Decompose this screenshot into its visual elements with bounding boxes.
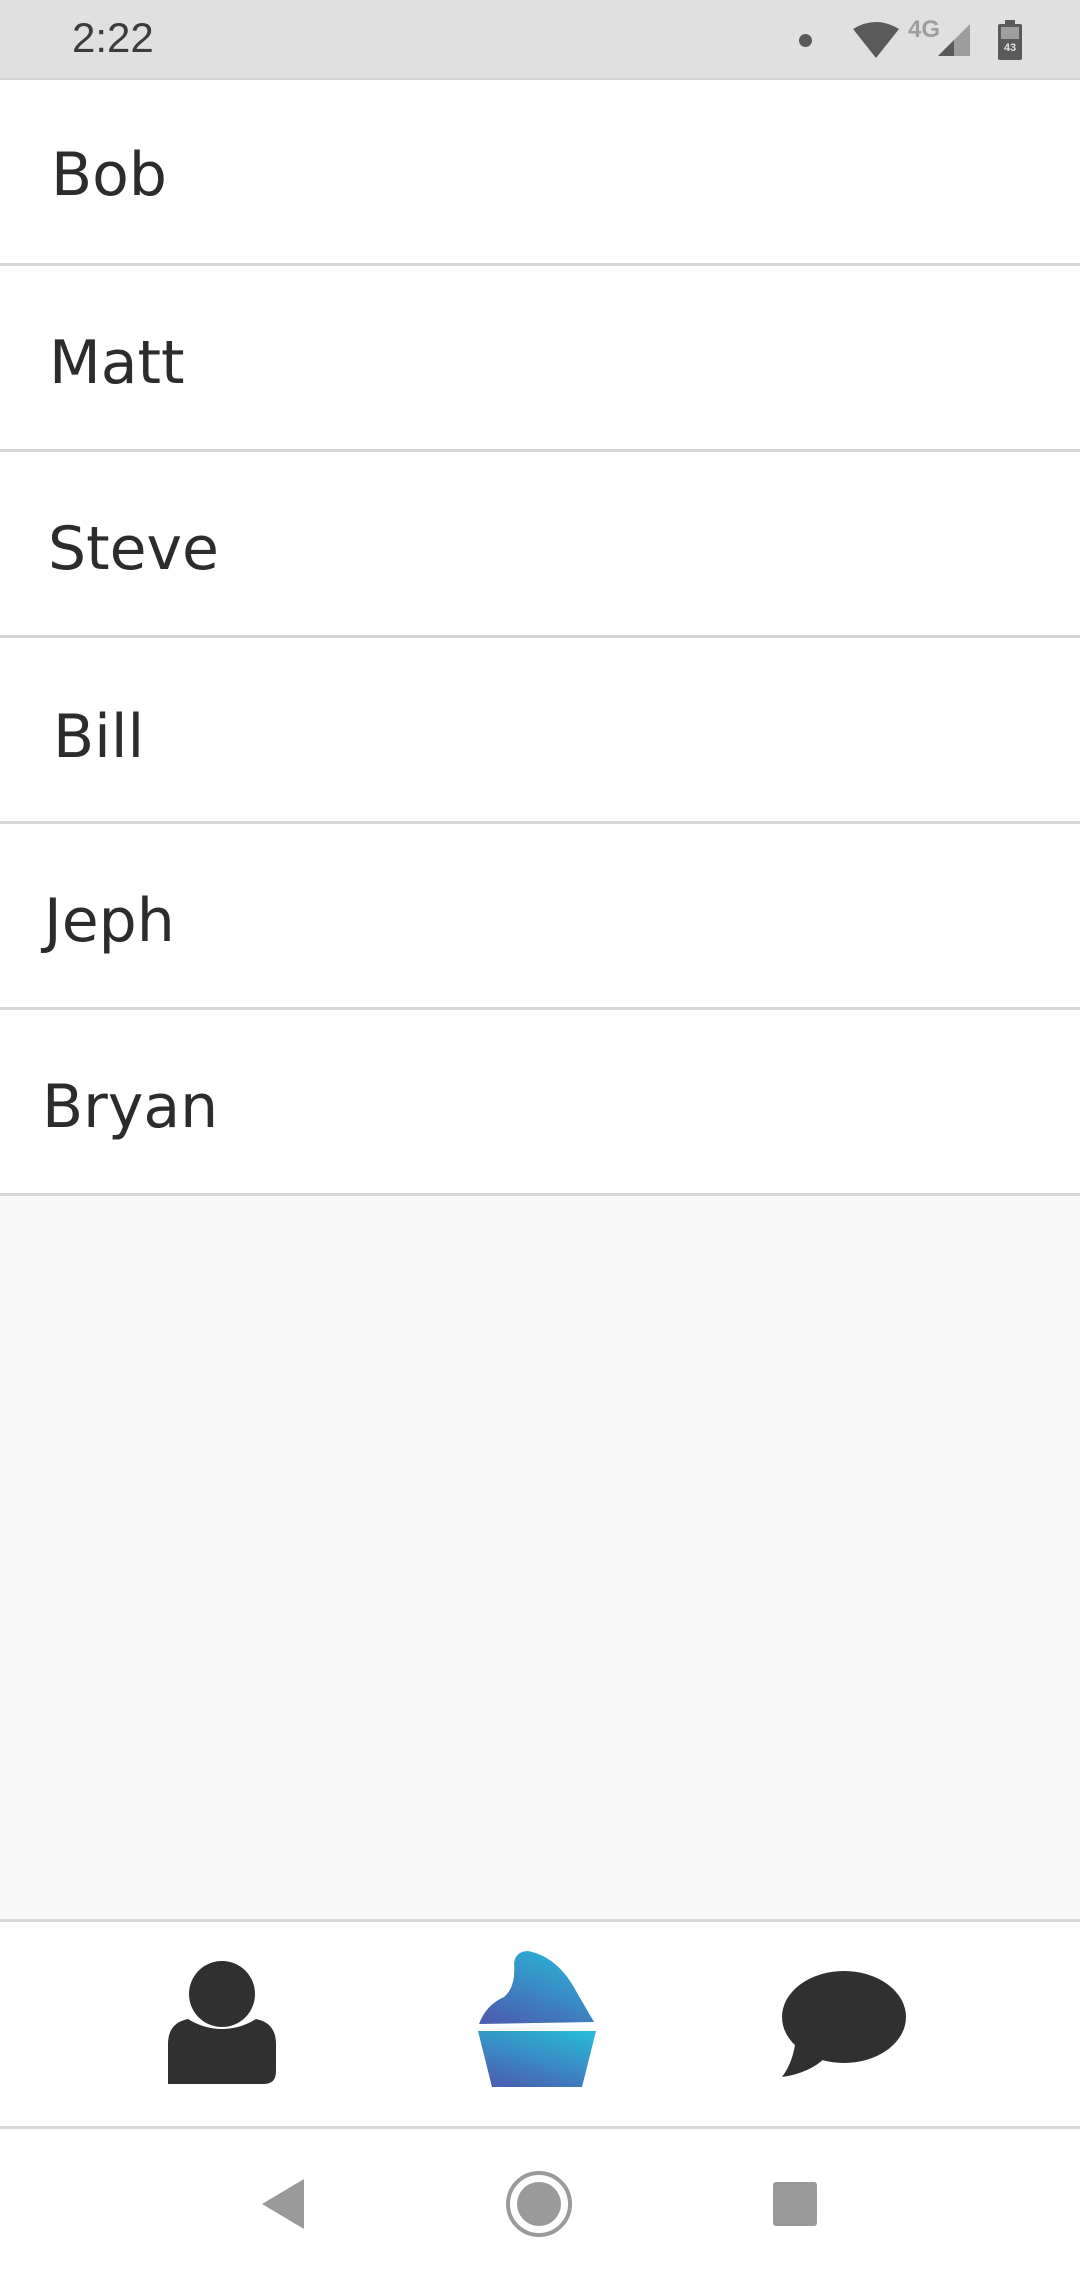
recents-icon [773, 2182, 817, 2226]
navigation-bar [0, 2129, 1080, 2270]
battery-icon: 43 [998, 20, 1022, 60]
list-item[interactable]: Bob [0, 80, 1080, 266]
chat-bubble-icon [782, 1971, 906, 2077]
notification-dot-icon [798, 33, 812, 47]
person-icon [168, 1961, 276, 2084]
recents-button[interactable] [760, 2169, 830, 2239]
list-item[interactable]: Jeph [0, 824, 1080, 1010]
wifi-icon [852, 22, 899, 58]
contact-name: Bob [51, 140, 167, 210]
tab-cupcake[interactable] [441, 1922, 641, 2126]
back-button[interactable] [248, 2169, 318, 2239]
contact-list: Bob Matt Steve Bill Jeph Bryan [0, 80, 1080, 1196]
status-time: 2:22 [72, 14, 154, 61]
list-item[interactable]: Steve [0, 452, 1080, 638]
contact-name: Matt [49, 328, 185, 398]
cell-signal-icon [938, 24, 970, 56]
tab-profile[interactable] [122, 1922, 322, 2126]
contact-name: Steve [48, 514, 219, 584]
contact-name: Bill [53, 702, 145, 772]
status-icons: 4G 43 [798, 14, 1022, 66]
status-bar: 2:22 4G 43 [0, 0, 1080, 80]
bottom-tab-bar [0, 1919, 1080, 2129]
battery-level: 43 [1004, 42, 1016, 54]
tab-chat[interactable] [745, 1922, 945, 2126]
contact-name: Jeph [44, 886, 175, 956]
screen: 2:22 4G 43 Bob Matt Steve Bill Jeph Brya… [0, 0, 1080, 2270]
list-item[interactable]: Bryan [0, 1010, 1080, 1196]
contact-name: Bryan [42, 1072, 219, 1142]
list-item[interactable]: Matt [0, 266, 1080, 452]
home-icon [506, 2171, 572, 2237]
home-button[interactable] [504, 2169, 574, 2239]
cupcake-icon [478, 1951, 596, 2087]
back-icon [262, 2179, 304, 2229]
list-item[interactable]: Bill [0, 638, 1080, 824]
